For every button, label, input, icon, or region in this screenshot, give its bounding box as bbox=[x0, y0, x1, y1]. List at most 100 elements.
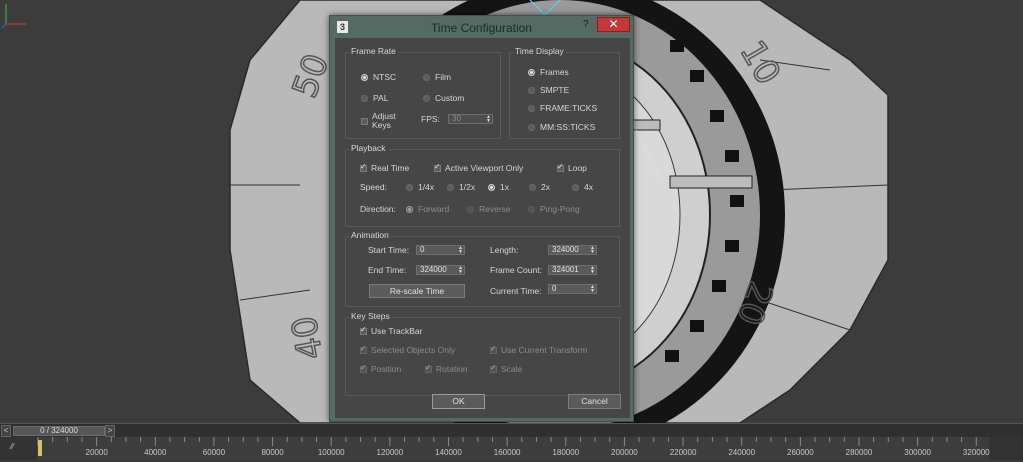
checkbox-checked-icon bbox=[490, 344, 497, 354]
checkbox-icon bbox=[361, 117, 368, 125]
frame-count-label: Frame Count: bbox=[490, 265, 542, 275]
real-time-label: Real Time bbox=[371, 163, 410, 173]
reverse-label: Reverse bbox=[479, 204, 511, 214]
ruler-tick-label: 60000 bbox=[202, 448, 226, 457]
curve-editor-icon[interactable]: ⁄⁄ bbox=[11, 442, 14, 451]
spinner-arrows-icon: ▲ ▼ bbox=[458, 245, 463, 255]
frame-rate-title: Frame Rate bbox=[349, 46, 398, 56]
mm-ss-ticks-radio[interactable]: MM:SS:TICKS bbox=[528, 122, 595, 132]
time-prev-button[interactable]: < bbox=[1, 425, 11, 437]
cancel-button[interactable]: Cancel bbox=[568, 394, 621, 409]
speed-quarter-radio[interactable]: 1/4x bbox=[406, 182, 434, 192]
smpte-radio[interactable]: SMPTE bbox=[528, 85, 569, 95]
time-slider-bar: < 0 / 324000 > bbox=[0, 423, 1023, 437]
spinner-arrows-icon: ▲ ▼ bbox=[590, 284, 595, 294]
end-time-spinner[interactable]: 324000 ▲ ▼ bbox=[416, 265, 465, 275]
forward-radio[interactable]: Forward bbox=[406, 204, 449, 214]
adjust-keys-checkbox[interactable]: Adjust Keys bbox=[361, 112, 402, 130]
scale-checkbox[interactable]: Scale bbox=[490, 363, 522, 374]
speed-half-radio[interactable]: 1/2x bbox=[447, 182, 475, 192]
speed-4x-label: 4x bbox=[584, 182, 593, 192]
dialog-client: Frame Rate NTSC Film PAL Custom Adjust K… bbox=[335, 38, 630, 418]
ntsc-label: NTSC bbox=[373, 72, 397, 82]
spinner-arrows-icon: ▲ ▼ bbox=[590, 245, 595, 255]
frames-radio[interactable]: Frames bbox=[528, 67, 569, 77]
speed-2x-label: 2x bbox=[541, 182, 550, 192]
ruler-tick-label: 80000 bbox=[261, 448, 284, 457]
loop-label: Loop bbox=[568, 163, 587, 173]
ping-pong-radio[interactable]: Ping-Pong bbox=[528, 204, 580, 214]
current-time-value: 0 bbox=[552, 284, 557, 293]
close-button[interactable]: ✕ bbox=[597, 17, 630, 32]
speed-1x-label: 1x bbox=[500, 182, 509, 192]
spinner-arrows-icon: ▲ ▼ bbox=[590, 265, 595, 275]
rotation-checkbox[interactable]: Rotation bbox=[425, 363, 468, 374]
dialog-titlebar[interactable]: 3 Time Configuration ? ✕ bbox=[330, 16, 633, 38]
time-configuration-dialog: 3 Time Configuration ? ✕ Frame Rate NTSC… bbox=[329, 15, 634, 422]
custom-radio[interactable]: Custom bbox=[423, 93, 464, 103]
loop-checkbox[interactable]: Loop bbox=[557, 162, 587, 173]
use-trackbar-label: Use TrackBar bbox=[371, 326, 423, 336]
current-time-spinner[interactable]: 0 ▲ ▼ bbox=[548, 284, 597, 294]
time-display-title: Time Display bbox=[513, 46, 566, 56]
ruler-tick-label: 220000 bbox=[669, 448, 697, 457]
checkbox-checked-icon bbox=[360, 344, 367, 354]
ruler-tick-label: 260000 bbox=[786, 448, 814, 457]
ruler-tick-label: 20000 bbox=[85, 448, 108, 457]
adjust-keys-label: Adjust Keys bbox=[372, 111, 396, 130]
pal-radio[interactable]: PAL bbox=[361, 93, 388, 103]
ruler-tick-label: 200000 bbox=[611, 448, 638, 457]
reverse-radio[interactable]: Reverse bbox=[467, 204, 511, 214]
timeline-ruler[interactable]: 20000 40000 60000 80000 100000 120000 140000 16… bbox=[37, 437, 990, 460]
time-slider[interactable]: 0 / 324000 bbox=[13, 426, 105, 436]
radio-icon bbox=[423, 94, 430, 102]
checkbox-checked-icon bbox=[425, 363, 432, 373]
mm-ss-ticks-label: MM:SS:TICKS bbox=[540, 122, 596, 132]
spinner-arrows-icon: ▲ ▼ bbox=[458, 265, 463, 275]
frame-count-value: 324001 bbox=[552, 265, 579, 274]
ruler-tick-label: 120000 bbox=[376, 448, 404, 457]
smpte-label: SMPTE bbox=[540, 85, 570, 95]
speed-quarter-label: 1/4x bbox=[418, 182, 435, 192]
film-radio[interactable]: Film bbox=[423, 72, 451, 82]
checkbox-checked-icon bbox=[360, 363, 367, 373]
speed-1x-radio[interactable]: 1x bbox=[488, 182, 509, 192]
start-time-value: 0 bbox=[420, 245, 425, 254]
use-trackbar-checkbox[interactable]: Use TrackBar bbox=[360, 325, 423, 336]
ruler-tick-label: 100000 bbox=[317, 448, 345, 457]
rescale-time-button[interactable]: Re-scale Time bbox=[369, 284, 465, 298]
speed-2x-radio[interactable]: 2x bbox=[529, 182, 550, 192]
active-viewport-only-checkbox[interactable]: Active Viewport Only bbox=[434, 162, 523, 173]
radio-icon bbox=[529, 183, 536, 191]
ruler-tick-label: 320000 bbox=[962, 448, 990, 457]
length-spinner[interactable]: 324000 ▲ ▼ bbox=[548, 245, 597, 255]
end-time-value: 324000 bbox=[420, 265, 447, 274]
checkbox-checked-icon bbox=[360, 162, 367, 172]
axis-gizmo-icon bbox=[1, 4, 26, 29]
help-button[interactable]: ? bbox=[583, 19, 589, 30]
time-next-button[interactable]: > bbox=[105, 425, 115, 437]
ruler-tick-label: 280000 bbox=[845, 448, 873, 457]
length-label: Length: bbox=[490, 245, 519, 255]
frame-ticks-radio[interactable]: FRAME:TICKS bbox=[528, 103, 597, 113]
playback-title: Playback bbox=[349, 143, 388, 153]
ok-button[interactable]: OK bbox=[432, 394, 485, 409]
ntsc-radio[interactable]: NTSC bbox=[361, 72, 396, 82]
start-time-spinner[interactable]: 0 ▲ ▼ bbox=[416, 245, 465, 255]
frame-count-spinner[interactable]: 324001 ▲ ▼ bbox=[548, 265, 597, 275]
use-current-transform-checkbox[interactable]: Use Current Transform bbox=[490, 344, 587, 355]
speed-4x-radio[interactable]: 4x bbox=[572, 182, 593, 192]
radio-icon bbox=[423, 73, 430, 81]
time-cursor[interactable] bbox=[38, 440, 42, 456]
speed-label: Speed: bbox=[360, 182, 387, 192]
track-bar[interactable]: ⁄⁄ 20000 40000 60000 80000 100000 120000 14000… bbox=[0, 437, 1023, 460]
position-checkbox[interactable]: Position bbox=[360, 363, 401, 374]
radio-icon bbox=[572, 183, 579, 191]
radio-icon bbox=[361, 94, 368, 102]
selected-objects-only-checkbox[interactable]: Selected Objects Only bbox=[360, 344, 455, 355]
frame-ticks-label: FRAME:TICKS bbox=[540, 103, 598, 113]
ruler-tick-label: 180000 bbox=[552, 448, 580, 457]
custom-label: Custom bbox=[435, 93, 465, 103]
real-time-checkbox[interactable]: Real Time bbox=[360, 162, 410, 173]
fps-spinner[interactable]: 30 ▲ ▼ bbox=[448, 114, 493, 124]
